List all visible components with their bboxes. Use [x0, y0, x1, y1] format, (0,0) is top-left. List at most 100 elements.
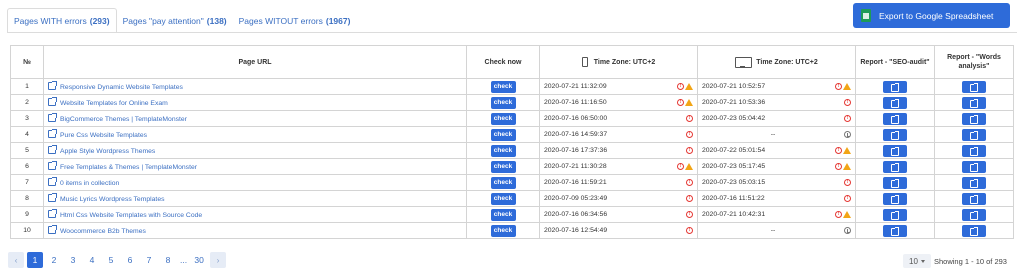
words-analysis-cell [934, 206, 1014, 223]
check-now-button[interactable]: check [490, 96, 516, 109]
page-button-6[interactable]: 6 [122, 252, 138, 268]
header-tz-desktop-label: Time Zone: UTC+2 [756, 58, 818, 66]
seo-audit-report-button[interactable] [883, 112, 907, 125]
check-now-button[interactable]: check [490, 160, 516, 173]
header-report-words-analysis: Report - "Words analysis" [934, 45, 1014, 79]
error-icon: ! [844, 99, 851, 106]
page-button-5[interactable]: 5 [103, 252, 119, 268]
check-now-button[interactable]: check [490, 192, 516, 205]
warning-icon [843, 163, 851, 170]
row-number: 5 [10, 142, 44, 159]
page-button-3[interactable]: 3 [65, 252, 81, 268]
mobile-status: ! [686, 115, 693, 122]
mobile-time-cell: 2020-07-21 11:32:09! [539, 78, 698, 95]
seo-audit-report-button[interactable] [883, 128, 907, 141]
words-analysis-report-button[interactable] [962, 160, 986, 173]
row-number: 1 [10, 78, 44, 95]
words-analysis-report-button[interactable] [962, 176, 986, 189]
error-icon: ! [835, 211, 842, 218]
page-button-7[interactable]: 7 [141, 252, 157, 268]
page-url-text: Html Css Website Templates with Source C… [60, 212, 203, 219]
check-now-cell: check [466, 158, 540, 175]
mobile-status: ! [686, 211, 693, 218]
page-url-link[interactable]: 0 items in collection [48, 177, 119, 187]
external-link-icon [48, 177, 57, 186]
mobile-timestamp: 2020-07-16 17:37:36 [544, 147, 608, 154]
seo-audit-report-button[interactable] [883, 208, 907, 221]
words-analysis-report-button[interactable] [962, 128, 986, 141]
check-now-button[interactable]: check [490, 112, 516, 125]
page-url-cell: Free Templates & Themes | TemplateMonste… [43, 158, 467, 175]
page-url-cell: Woocommerce B2b Themes [43, 222, 467, 239]
desktop-status [844, 131, 851, 138]
check-now-button[interactable]: check [490, 208, 516, 221]
seo-audit-report-button[interactable] [883, 176, 907, 189]
check-now-button[interactable]: check [490, 176, 516, 189]
page-button-2[interactable]: 2 [46, 252, 62, 268]
desktop-timestamp: 2020-07-21 10:42:31 [702, 211, 766, 218]
seo-audit-report-button[interactable] [883, 96, 907, 109]
desktop-timestamp: 2020-07-21 10:52:57 [702, 83, 766, 90]
page-url-text: Free Templates & Themes | TemplateMonste… [60, 164, 198, 171]
showing-count: Showing 1 - 10 of 293 [934, 256, 1007, 266]
row-number: 4 [10, 126, 44, 143]
seo-audit-report-button[interactable] [883, 144, 907, 157]
next-page-button[interactable]: › [210, 252, 227, 268]
check-now-button[interactable]: check [490, 144, 516, 157]
page-url-link[interactable]: Pure Css Website Templates [48, 129, 147, 139]
external-link-icon [48, 161, 57, 170]
desktop-time-cell: 2020-07-16 11:51:22! [697, 190, 856, 207]
check-now-button[interactable]: check [490, 80, 516, 93]
error-icon: ! [686, 211, 693, 218]
words-analysis-report-button[interactable] [962, 144, 986, 157]
seo-audit-cell [855, 174, 935, 191]
check-now-button[interactable]: check [490, 128, 516, 141]
page-url-link[interactable]: Responsive Dynamic Website Templates [48, 81, 183, 91]
page-url-link[interactable]: Woocommerce B2b Themes [48, 225, 146, 235]
words-analysis-report-button[interactable] [962, 208, 986, 221]
desktop-timestamp: -- [770, 131, 776, 138]
page-button-4[interactable]: 4 [84, 252, 100, 268]
page-button-1[interactable]: 1 [27, 252, 43, 268]
seo-audit-report-button[interactable] [883, 80, 907, 93]
warning-icon [685, 163, 693, 170]
error-icon: ! [686, 115, 693, 122]
desktop-time-cell: -- [697, 222, 856, 239]
page-url-link[interactable]: Apple Style Wordpress Themes [48, 145, 156, 155]
seo-audit-report-button[interactable] [883, 224, 907, 237]
seo-audit-cell [855, 158, 935, 175]
check-now-button[interactable]: check [490, 224, 516, 237]
desktop-monitor-icon [735, 56, 753, 68]
page-url-link[interactable]: Free Templates & Themes | TemplateMonste… [48, 161, 198, 171]
page-url-link[interactable]: Website Templates for Online Exam [48, 97, 168, 107]
tab-label: Pages WITH errors [14, 15, 87, 26]
page-url-text: Apple Style Wordpress Themes [60, 148, 156, 155]
words-analysis-report-button[interactable] [962, 112, 986, 125]
words-analysis-report-button[interactable] [962, 192, 986, 205]
page-button-last[interactable]: 30 [191, 252, 207, 268]
page-button-8[interactable]: 8 [160, 252, 176, 268]
prev-page-button[interactable]: ‹ [8, 252, 24, 268]
desktop-time-cell: 2020-07-21 10:42:31! [697, 206, 856, 223]
page-url-link[interactable]: Html Css Website Templates with Source C… [48, 209, 203, 219]
seo-audit-report-button[interactable] [883, 160, 907, 173]
page-url-link[interactable]: Music Lyrics Wordpress Templates [48, 193, 165, 203]
check-now-cell: check [466, 222, 540, 239]
warning-icon [685, 83, 693, 90]
mobile-time-cell: 2020-07-16 06:34:56! [539, 206, 698, 223]
seo-audit-report-button[interactable] [883, 192, 907, 205]
export-to-google-spreadsheet-button[interactable]: Export to Google Spreadsheet [853, 3, 1010, 28]
page-url-text: Responsive Dynamic Website Templates [60, 84, 183, 91]
words-analysis-report-button[interactable] [962, 80, 986, 93]
tab-pages-without-errors[interactable]: Pages WITOUT errors (1967) [233, 8, 357, 33]
error-icon: ! [686, 195, 693, 202]
tab-pages-pay-attention[interactable]: Pages "pay attention" (138) [117, 8, 233, 33]
row-number: 9 [10, 206, 44, 223]
mobile-status: ! [686, 195, 693, 202]
tab-label: Pages "pay attention" [122, 15, 204, 26]
page-url-link[interactable]: BigCommerce Themes | TemplateMonster [48, 113, 187, 123]
words-analysis-report-button[interactable] [962, 224, 986, 237]
tab-pages-with-errors[interactable]: Pages WITH errors (293) [7, 8, 117, 33]
words-analysis-report-button[interactable] [962, 96, 986, 109]
page-size-select[interactable]: 10 [903, 254, 931, 268]
